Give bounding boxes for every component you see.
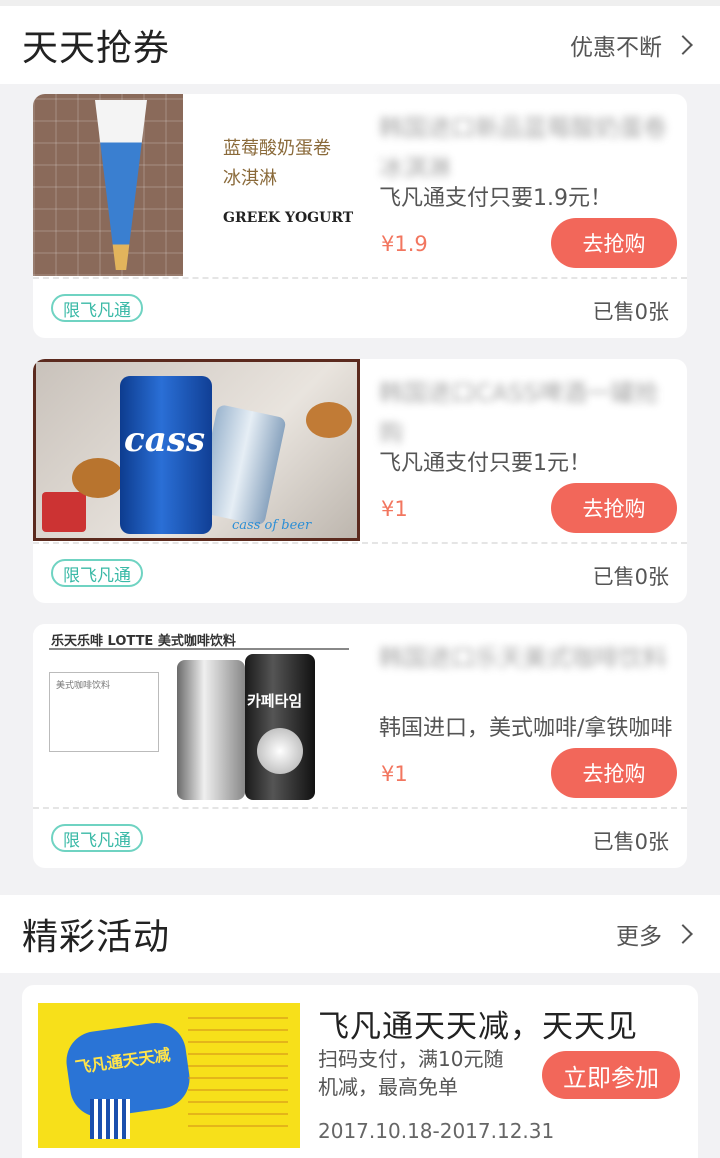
beer-can-graphic: cass	[120, 376, 212, 534]
coupon-desc: 飞凡通支付只要1.9元！	[379, 186, 612, 211]
sold-count: 已售0张	[592, 300, 669, 324]
coupon-desc: 韩国进口，美式咖啡/拿铁咖啡	[379, 716, 673, 741]
qr-code-icon	[90, 1099, 130, 1139]
activity-more-label: 更多	[616, 924, 662, 950]
buy-button[interactable]: 去抢购	[551, 218, 677, 268]
image-caption: 乐天乐啡 LOTTE 美式咖啡饮料	[51, 634, 236, 649]
activity-title: 飞凡通天天减，天天见	[318, 1009, 638, 1045]
coupon-image: 乐天乐啡 LOTTE 美式咖啡饮料 美式咖啡饮料 카페타임	[33, 624, 360, 806]
coupon-title: 韩国进口乐天美式咖啡饮料	[379, 644, 667, 672]
activity-date: 2017.10.18-2017.12.31	[318, 1119, 555, 1143]
coupon-badge: 限飞凡通	[51, 294, 143, 322]
divider	[33, 277, 687, 279]
buy-button[interactable]: 去抢购	[551, 483, 677, 533]
image-caption: 카페타임	[247, 692, 303, 710]
coupon-title: 韩国进口新品蓝莓酸奶蛋卷冰淇淋	[379, 114, 667, 182]
coupon-card[interactable]: cass cass of beer 韩国进口CASS啤酒一罐抢购 飞凡通支付只要…	[33, 359, 687, 603]
coupon-title: 韩国进口CASS啤酒一罐抢购	[379, 379, 659, 447]
chevron-right-icon	[673, 35, 693, 55]
coupon-more-link[interactable]: 优惠不断	[570, 28, 698, 62]
coupon-card[interactable]: 乐天乐啡 LOTTE 美式咖啡饮料 美式咖啡饮料 카페타임 韩国进口乐天美式咖啡…	[33, 624, 687, 868]
activity-image: 飞凡通天天减	[38, 1003, 300, 1148]
image-caption: 冰淇淋	[223, 168, 277, 189]
ice-cream-cone-graphic	[95, 100, 147, 270]
coffee-can-graphic: 카페타임	[245, 654, 315, 800]
sold-count: 已售0张	[592, 830, 669, 854]
coupon-section-title: 天天抢券	[22, 28, 171, 69]
coupon-badge: 限飞凡通	[51, 824, 143, 852]
image-caption: cass of beer	[232, 518, 312, 533]
activity-section-title: 精彩活动	[22, 917, 171, 958]
coupon-price: ¥1.9	[381, 232, 428, 256]
coupon-more-label: 优惠不断	[570, 35, 662, 61]
image-caption: GREEK YOGURT	[223, 210, 354, 226]
coupon-desc: 飞凡通支付只要1元！	[379, 451, 591, 476]
activity-desc: 扫码支付，满10元随机减，最高免单	[318, 1047, 504, 1099]
coupon-badge: 限飞凡通	[51, 559, 143, 587]
activity-card[interactable]: 飞凡通天天减 飞凡通天天减，天天见 扫码支付，满10元随机减，最高免单 立即参加…	[22, 985, 698, 1158]
coupon-image: cass cass of beer	[33, 359, 360, 541]
divider	[33, 542, 687, 544]
chevron-right-icon	[673, 924, 693, 944]
sold-count: 已售0张	[592, 565, 669, 589]
coupon-price: ¥1	[381, 762, 408, 786]
buy-button[interactable]: 去抢购	[551, 748, 677, 798]
activity-more-link[interactable]: 更多	[616, 917, 698, 951]
join-button[interactable]: 立即参加	[542, 1051, 680, 1099]
activity-section-header: 精彩活动 更多	[0, 895, 720, 973]
coupon-card[interactable]: 蓝莓酸奶蛋卷 冰淇淋 GREEK YOGURT 韩国进口新品蓝莓酸奶蛋卷冰淇淋 …	[33, 94, 687, 338]
image-caption: 蓝莓酸奶蛋卷	[223, 138, 331, 159]
image-caption: 美式咖啡饮料	[49, 672, 159, 752]
coupon-image: 蓝莓酸奶蛋卷 冰淇淋 GREEK YOGURT	[33, 94, 360, 276]
coupon-price: ¥1	[381, 497, 408, 521]
divider	[33, 807, 687, 809]
image-caption: 飞凡通天天减	[73, 1045, 172, 1078]
coupon-section-header: 天天抢券 优惠不断	[0, 6, 720, 84]
